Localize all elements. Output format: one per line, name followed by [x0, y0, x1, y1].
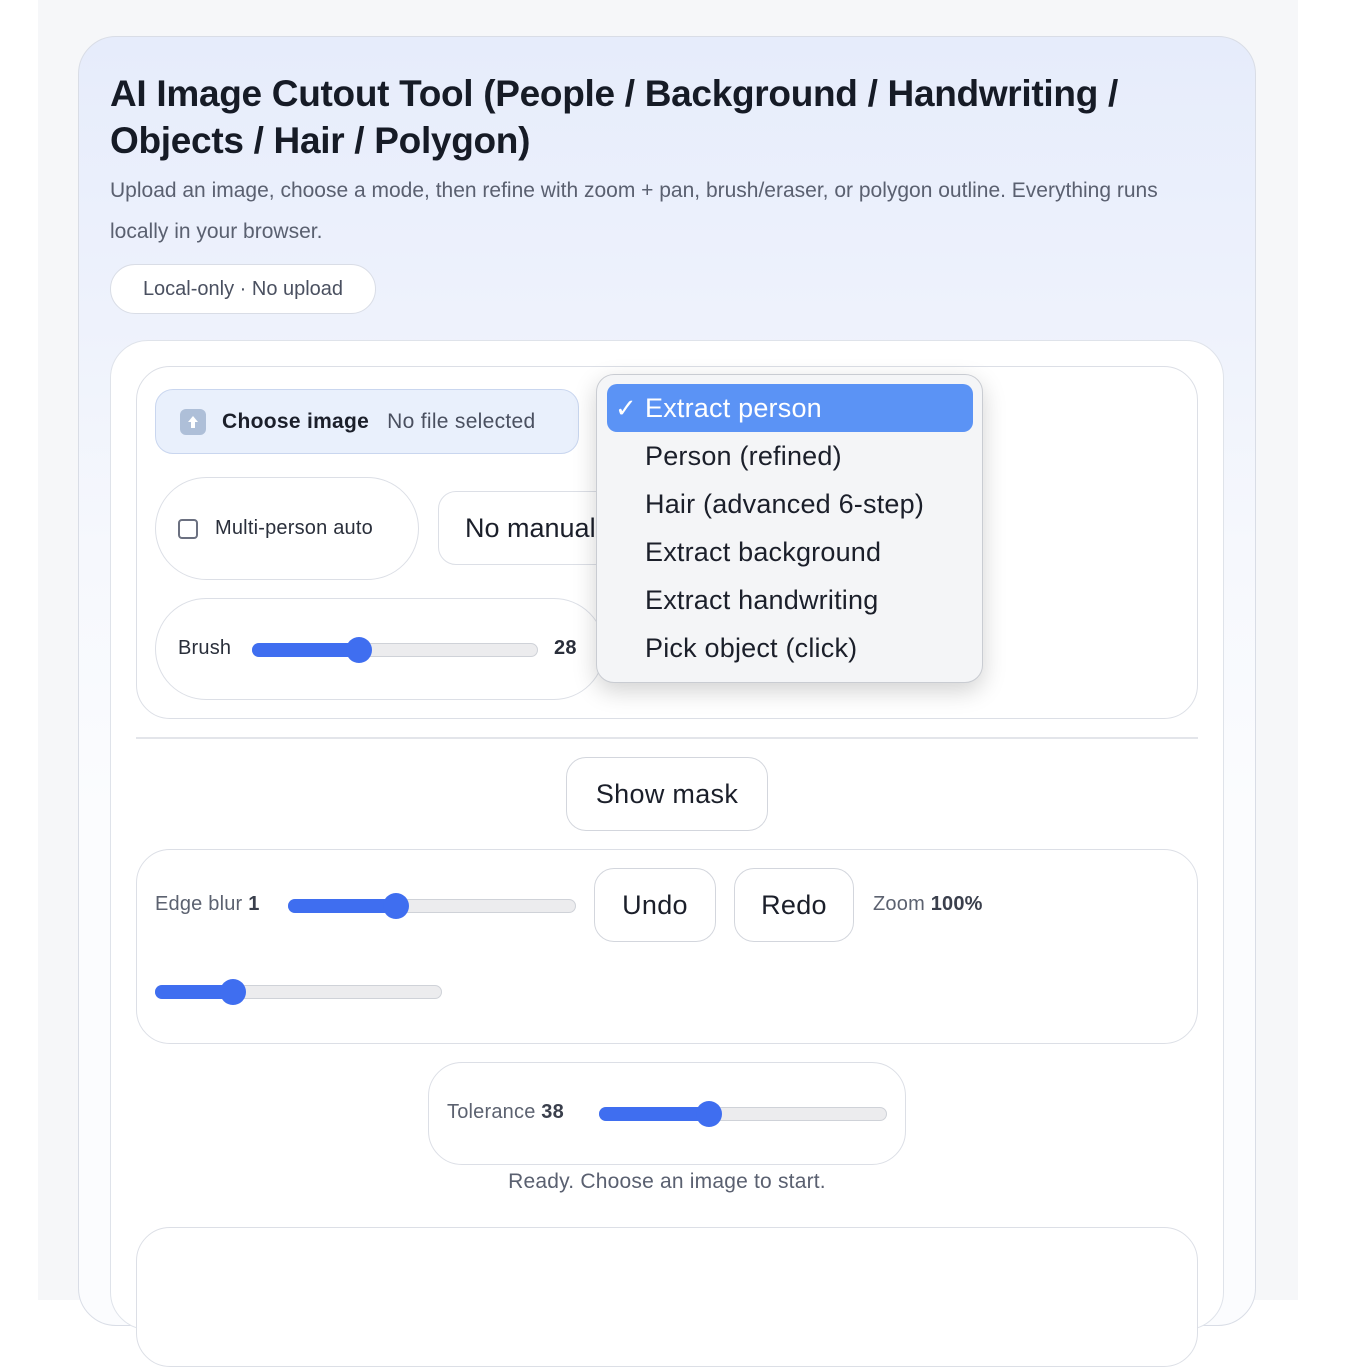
- mode-option[interactable]: Hair (advanced 6-step): [607, 480, 973, 528]
- zoom-value: 100%: [930, 893, 983, 915]
- edge-blur-text: Edge blur: [155, 893, 243, 915]
- mode-option-label: Pick object (click): [645, 632, 858, 663]
- mode-option[interactable]: Person (refined): [607, 432, 973, 480]
- multi-person-toggle[interactable]: Multi-person auto: [155, 477, 419, 580]
- redo-button[interactable]: Redo: [734, 868, 854, 942]
- mode-option[interactable]: Pick object (click): [607, 624, 973, 672]
- brush-slider-fill: [252, 643, 359, 657]
- file-status: No file selected: [387, 409, 536, 433]
- edge-blur-label: Edge blur 1: [155, 893, 260, 916]
- brush-slider[interactable]: [252, 637, 538, 663]
- mode-option[interactable]: Extract handwriting: [607, 576, 973, 624]
- mode-option-label: Hair (advanced 6-step): [645, 488, 925, 519]
- brush-label: Brush: [178, 637, 232, 659]
- edge-blur-slider-thumb[interactable]: [382, 893, 409, 919]
- checkmark-icon: ✓: [615, 392, 637, 423]
- edge-blur-slider[interactable]: [288, 893, 576, 919]
- brush-value: 28: [554, 637, 577, 659]
- multi-person-label: Multi-person auto: [215, 517, 373, 539]
- brush-control: Brush 28: [155, 598, 605, 700]
- mode-option[interactable]: Extract background: [607, 528, 973, 576]
- page-title: AI Image Cutout Tool (People / Backgroun…: [110, 73, 1118, 161]
- tolerance-value: 38: [541, 1101, 564, 1123]
- mode-dropdown-menu: ✓ Extract person Person (refined) Hair (adv…: [596, 374, 983, 683]
- choose-image-button[interactable]: Choose image No file selected: [155, 389, 579, 454]
- show-mask-button[interactable]: Show mask: [566, 757, 768, 831]
- status-message: Ready. Choose an image to start.: [508, 1170, 826, 1193]
- canvas-area[interactable]: [136, 1227, 1198, 1367]
- mode-option-label: Person (refined): [645, 440, 842, 471]
- multi-person-checkbox[interactable]: [178, 518, 198, 539]
- zoom-slider[interactable]: [155, 979, 442, 1005]
- choose-image-label: Choose image: [222, 409, 370, 433]
- brush-slider-thumb[interactable]: [345, 637, 372, 663]
- zoom-readout: Zoom 100%: [873, 893, 983, 916]
- tolerance-text: Tolerance: [447, 1101, 536, 1123]
- tolerance-label: Tolerance 38: [447, 1101, 564, 1124]
- tolerance-slider-fill: [599, 1107, 710, 1121]
- page-subtitle: Upload an image, choose a mode, then ref…: [110, 179, 1158, 243]
- up-arrow-icon: [180, 408, 206, 435]
- local-only-badge: Local-only · No upload: [110, 264, 376, 314]
- zoom-label: Zoom: [873, 893, 925, 915]
- mode-option-label: Extract handwriting: [645, 584, 879, 615]
- tolerance-slider[interactable]: [599, 1101, 887, 1127]
- mode-option[interactable]: ✓ Extract person: [607, 384, 973, 432]
- mode-option-label: Extract person: [645, 392, 822, 423]
- edge-blur-slider-fill: [288, 899, 396, 913]
- edge-blur-value: 1: [248, 893, 260, 915]
- section-divider: [136, 737, 1198, 739]
- mode-option-label: Extract background: [645, 536, 882, 567]
- undo-button[interactable]: Undo: [594, 868, 716, 942]
